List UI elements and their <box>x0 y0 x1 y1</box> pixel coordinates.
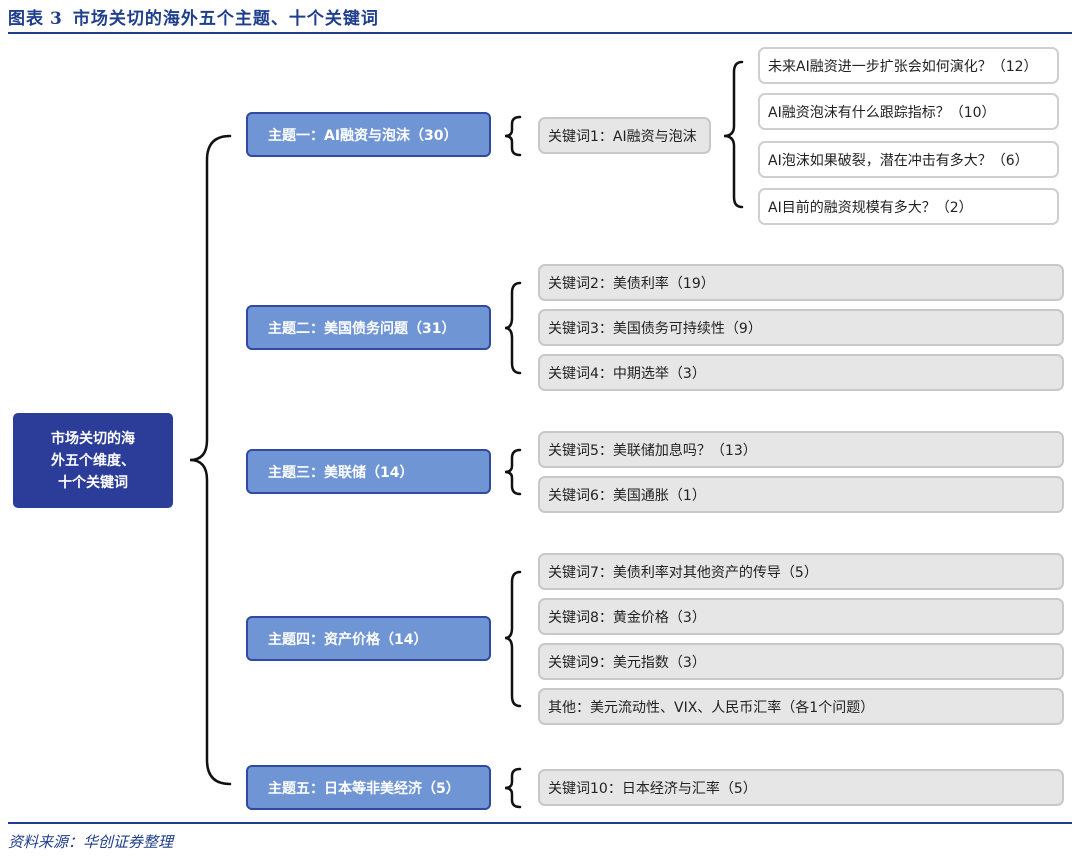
source-note: 资料来源：华创证券整理 <box>8 833 174 851</box>
topic-2: 主题二：美国债务问题（31） <box>246 305 491 350</box>
question-1: 未来AI融资进一步扩张会如何演化？（12） <box>758 47 1059 84</box>
keyword-3: 关键词3：美国债务可持续性（9） <box>538 309 1064 346</box>
main-brace <box>189 134 232 786</box>
keyword-other: 其他：美元流动性、VIX、人民币汇率（各1个问题） <box>538 688 1064 725</box>
keyword-5: 关键词5：美联储加息吗？（13） <box>538 431 1064 468</box>
topic-3: 主题三：美联储（14） <box>246 449 491 494</box>
topic-4: 主题四：资产价格（14） <box>246 616 491 661</box>
brace-topic-1 <box>504 115 522 157</box>
question-4: AI目前的融资规模有多大？（2） <box>758 188 1059 225</box>
question-3: AI泡沫如果破裂，潜在冲击有多大？（6） <box>758 141 1059 178</box>
brace-questions <box>723 60 744 209</box>
root-line-1: 市场关切的海 <box>51 430 135 447</box>
brace-topic-5 <box>504 767 522 809</box>
brace-topic-2 <box>504 281 522 375</box>
question-2: AI融资泡沫有什么跟踪指标？（10） <box>758 93 1059 130</box>
keyword-7: 关键词7：美债利率对其他资产的传导（5） <box>538 553 1064 590</box>
root-node: 市场关切的海 外五个维度、 十个关键词 <box>13 413 173 508</box>
footer-rule <box>8 822 1072 824</box>
keyword-1: 关键词1：AI融资与泡沫 <box>538 117 711 154</box>
brace-topic-3 <box>504 448 522 496</box>
brace-topic-4 <box>504 570 522 708</box>
root-line-3: 十个关键词 <box>58 474 128 491</box>
keyword-9: 关键词9：美元指数（3） <box>538 643 1064 680</box>
keyword-4: 关键词4：中期选举（3） <box>538 354 1064 391</box>
keyword-10: 关键词10：日本经济与汇率（5） <box>538 769 1064 806</box>
topic-5: 主题五：日本等非美经济（5） <box>246 765 491 810</box>
keyword-2: 关键词2：美债利率（19） <box>538 264 1064 301</box>
keyword-6: 关键词6：美国通胀（1） <box>538 476 1064 513</box>
root-line-2: 外五个维度、 <box>51 452 135 469</box>
keyword-8: 关键词8：黄金价格（3） <box>538 598 1064 635</box>
topic-1: 主题一：AI融资与泡沫（30） <box>246 112 491 157</box>
